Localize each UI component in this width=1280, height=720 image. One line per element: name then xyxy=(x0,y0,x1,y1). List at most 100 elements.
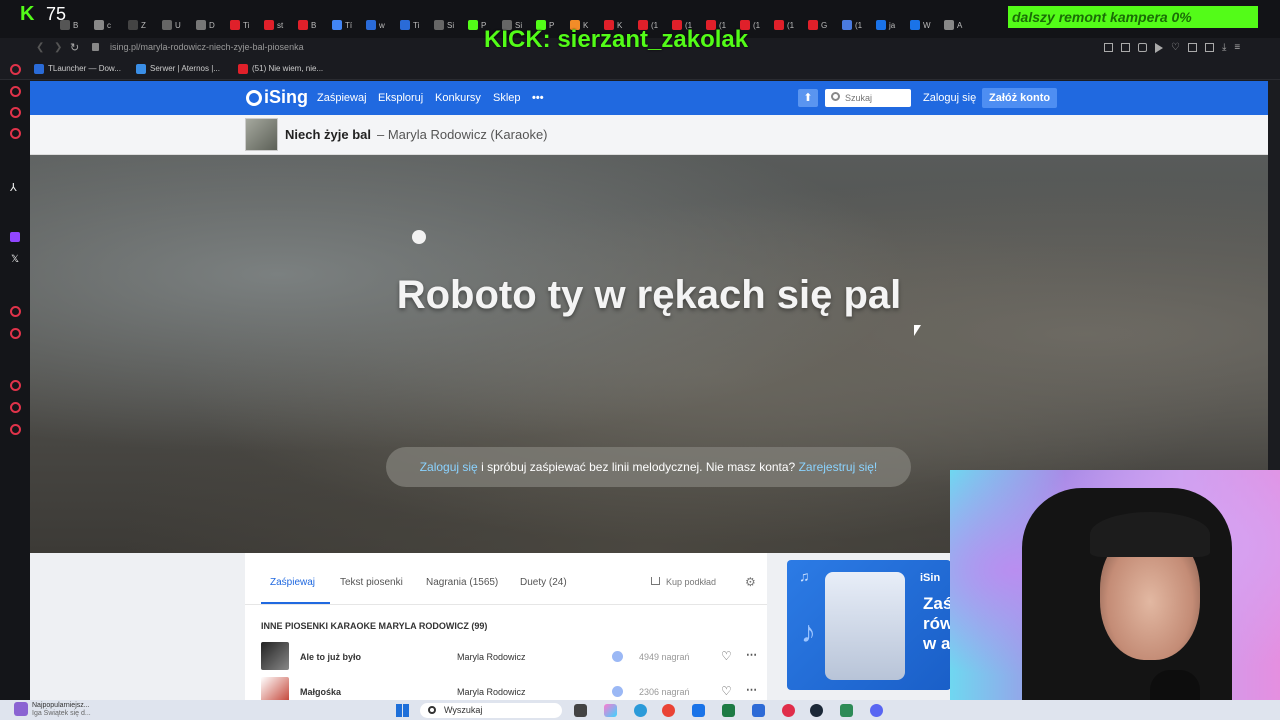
browser-tab[interactable]: B xyxy=(60,18,78,32)
task-view-icon[interactable] xyxy=(574,704,587,717)
browser-tab[interactable]: U xyxy=(162,18,181,32)
news-widget[interactable]: Najpopularniejsz... Iga Świątek się d... xyxy=(14,702,91,718)
aternos-icon xyxy=(136,64,146,74)
menu-icon[interactable]: ≡ xyxy=(1234,43,1240,55)
browser-tab[interactable]: G xyxy=(808,18,827,32)
login-link[interactable]: Zaloguj się xyxy=(923,92,976,104)
wallet-icon[interactable] xyxy=(1204,43,1214,52)
sidebar-icon[interactable] xyxy=(10,328,21,339)
upload-button[interactable]: ⬆ xyxy=(798,89,818,107)
browser-tab[interactable]: Ti xyxy=(400,18,419,32)
favorite-icon[interactable]: ♡ xyxy=(721,649,732,663)
history-icon[interactable] xyxy=(10,380,21,391)
browser-tab[interactable]: Z xyxy=(128,18,146,32)
more-options-icon[interactable]: ⋯ xyxy=(746,648,757,661)
sidebar-icon[interactable] xyxy=(10,128,21,139)
browser-tab[interactable]: st xyxy=(264,18,283,32)
x-icon[interactable]: 𝕏 xyxy=(11,254,19,265)
opera-gx-icon[interactable] xyxy=(782,704,795,717)
discord-icon[interactable] xyxy=(870,704,883,717)
song-thumb xyxy=(261,642,289,670)
youtube-icon xyxy=(238,64,248,74)
nav-eksploruj[interactable]: Eksploruj xyxy=(378,92,423,104)
browser-toolbar-icons: ♡ ⤓ ≡ xyxy=(1104,43,1270,55)
tab-duety[interactable]: Duety (24) xyxy=(520,577,567,588)
buy-backing-button[interactable]: Kup podkład xyxy=(651,577,716,587)
heart-icon[interactable]: ♡ xyxy=(1171,43,1180,55)
settings-gear-icon[interactable]: ⚙ xyxy=(745,575,756,589)
bookmark-icon[interactable] xyxy=(1104,43,1113,52)
player-icon[interactable] xyxy=(1155,43,1163,53)
tab-favicon-icon xyxy=(400,20,410,30)
forward-icon[interactable]: ❯ xyxy=(54,42,62,53)
nav-more[interactable]: ••• xyxy=(532,92,544,104)
windows-start-icon[interactable] xyxy=(396,704,409,717)
browser-tab[interactable]: Ti xyxy=(230,18,249,32)
song-title: Niech żyje bal xyxy=(285,127,371,142)
chrome-icon[interactable] xyxy=(662,704,675,717)
song-item-artist: Maryla Rodowicz xyxy=(457,687,526,697)
bookmark-tlauncher[interactable]: TLauncher — Dow... xyxy=(34,64,121,74)
tab-favicon-icon xyxy=(842,20,852,30)
browser-tab[interactable]: D xyxy=(196,18,215,32)
excel-icon[interactable] xyxy=(722,704,735,717)
steam-icon[interactable] xyxy=(810,704,823,717)
browser-tab[interactable]: (1 xyxy=(774,18,794,32)
register-button[interactable]: Załóż konto xyxy=(982,88,1058,108)
taskbar-search[interactable]: Wyszukaj xyxy=(420,703,562,718)
twitch-icon[interactable] xyxy=(10,232,20,242)
nav-konkursy[interactable]: Konkursy xyxy=(435,92,481,104)
prompt-text: i spróbuj zaśpiewać bez linii melodyczne… xyxy=(481,460,796,474)
browser-tab[interactable]: ja xyxy=(876,18,895,32)
tab-zaspiewaj[interactable]: Zaśpiewaj xyxy=(270,577,315,588)
url-field[interactable]: ising.pl/maryla-rodowicz-niech-zyje-bal-… xyxy=(110,42,304,52)
browser-tab[interactable]: W xyxy=(910,18,931,32)
browser-tab[interactable]: A xyxy=(944,18,962,32)
editor-icon[interactable] xyxy=(752,704,765,717)
download-icon[interactable]: ⤓ xyxy=(1222,43,1226,55)
game-icon[interactable] xyxy=(840,704,853,717)
edge-icon[interactable] xyxy=(634,704,647,717)
sidebar-aria-icon[interactable]: ⅄ xyxy=(10,181,17,194)
prompt-login-link[interactable]: Zaloguj się xyxy=(420,460,478,474)
tab-label: U xyxy=(175,20,181,30)
settings-icon[interactable] xyxy=(10,424,21,435)
tab-tekst[interactable]: Tekst piosenki xyxy=(340,577,403,588)
ising-logo[interactable]: iSing xyxy=(246,87,308,108)
tab-label: D xyxy=(209,20,215,30)
ad-banner[interactable]: ♫ ♪ iSin Zaś rów w a xyxy=(787,560,951,690)
browser-tab[interactable]: Si xyxy=(434,18,454,32)
browser-tab[interactable]: B xyxy=(298,18,316,32)
search-input[interactable] xyxy=(845,91,907,105)
cart-icon xyxy=(651,577,660,585)
copilot-icon[interactable] xyxy=(604,704,617,717)
sidebar-icon[interactable] xyxy=(10,402,21,413)
shield-icon[interactable] xyxy=(1138,43,1147,52)
store-icon[interactable] xyxy=(692,704,705,717)
nav-zaspiewaj[interactable]: Zaśpiewaj xyxy=(317,92,367,104)
song-subtitle: – Maryla Rodowicz (Karaoke) xyxy=(377,127,548,142)
extensions-icon[interactable] xyxy=(1187,43,1197,52)
back-icon[interactable]: ❮ xyxy=(36,42,44,53)
browser-tab[interactable]: Tí xyxy=(332,18,352,32)
search-box[interactable] xyxy=(825,89,911,107)
tab-nagrania[interactable]: Nagrania (1565) xyxy=(426,577,498,588)
browser-tab[interactable]: c xyxy=(94,18,111,32)
lyric-line: Roboto ty w rękach się pal xyxy=(396,273,902,317)
favorite-icon[interactable]: ♡ xyxy=(721,684,732,698)
sidebar-icon[interactable] xyxy=(10,64,21,75)
nav-sklep[interactable]: Sklep xyxy=(493,92,521,104)
reload-icon[interactable]: ↻ xyxy=(70,41,79,54)
browser-tab[interactable]: w xyxy=(366,18,385,32)
browser-tab[interactable]: (1 xyxy=(842,18,862,32)
bookmark-youtube[interactable]: (51) Nie wiem, nie... xyxy=(238,64,323,74)
sidebar-icon[interactable] xyxy=(10,86,21,97)
more-options-icon[interactable]: ⋯ xyxy=(746,683,757,696)
tab-label: (1 xyxy=(787,20,795,30)
snapshot-icon[interactable] xyxy=(1121,43,1130,52)
list-item[interactable]: Ale to już było Maryla Rodowicz 4949 nag… xyxy=(261,642,757,672)
sidebar-icon[interactable] xyxy=(10,306,21,317)
bookmark-aternos[interactable]: Serwer | Aternos |... xyxy=(136,64,220,74)
sidebar-icon[interactable] xyxy=(10,107,21,118)
prompt-register-link[interactable]: Zarejestruj się! xyxy=(799,460,878,474)
